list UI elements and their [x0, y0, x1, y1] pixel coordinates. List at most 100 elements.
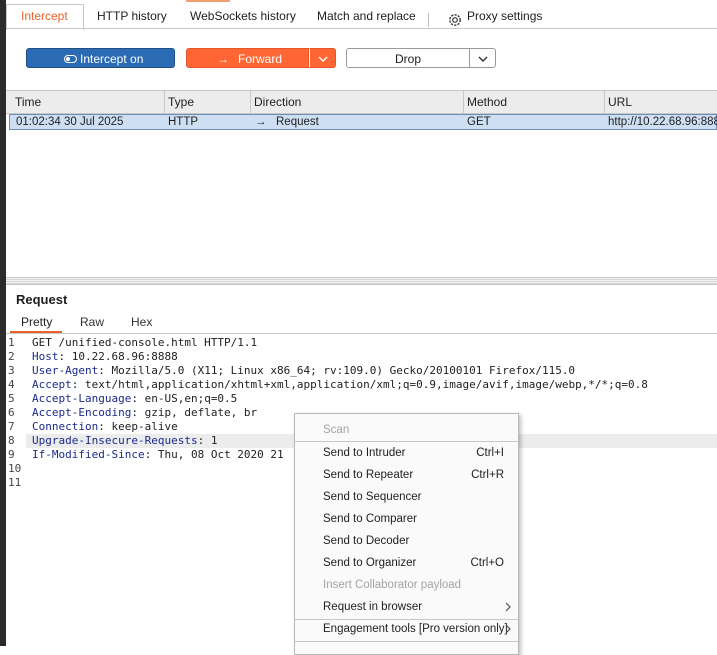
top-strip-indicator [186, 0, 230, 2]
chevron-down-icon [318, 56, 328, 62]
menu-item-send-to-organizer[interactable]: Send to Organizer Ctrl+O [295, 552, 518, 574]
header-value: : 1 [197, 434, 218, 447]
header-line: User-Agent: Mozilla/5.0 (X11; Linux x86_… [32, 364, 575, 378]
menu-item-send-to-decoder[interactable]: Send to Decoder [295, 530, 518, 552]
menu-separator [295, 641, 518, 642]
cell-type: HTTP [168, 116, 199, 128]
toggle-icon [64, 55, 77, 63]
header-line: Accept: text/html,application/xhtml+xml,… [32, 378, 648, 392]
tab-pretty[interactable]: Pretty [21, 315, 52, 329]
column-separator[interactable] [250, 91, 251, 113]
menu-item-scan: Scan [295, 419, 518, 441]
tab-http-history[interactable]: HTTP history [97, 4, 167, 28]
header-name: User-Agent [32, 364, 99, 377]
tab-separator [428, 13, 429, 27]
menu-item-send-to-comparer[interactable]: Send to Comparer [295, 508, 518, 530]
header-name: Host [32, 350, 59, 363]
column-separator[interactable] [164, 91, 165, 113]
column-separator[interactable] [604, 91, 605, 113]
cell-method: GET [467, 116, 491, 128]
menu-item-label: Request in browser [323, 601, 423, 613]
chevron-down-icon [478, 56, 488, 62]
header-value: : 10.22.68.96:8888 [58, 350, 178, 363]
menu-item-engagement-tools[interactable]: Engagement tools [Pro version only] [295, 618, 518, 640]
cell-url: http://10.22.68.96:8888 [608, 116, 717, 128]
header-name: Upgrade-Insecure-Requests [32, 434, 198, 447]
drop-dropdown-button[interactable] [469, 48, 496, 68]
line-number: 2 [8, 350, 15, 363]
column-header-time[interactable]: Time [15, 91, 41, 113]
column-header-url[interactable]: URL [608, 91, 632, 113]
menu-item-label: Send to Organizer [323, 557, 417, 569]
header-line: Upgrade-Insecure-Requests: 1 [32, 434, 217, 448]
gear-icon[interactable] [447, 12, 463, 28]
menu-item-label: Send to Comparer [323, 513, 417, 525]
header-line: Accept-Language: en-US,en;q=0.5 [32, 392, 237, 406]
request-line: GET /unified-console.html HTTP/1.1 [32, 336, 257, 350]
tab-hex[interactable]: Hex [131, 315, 152, 329]
proxy-tabs: Intercept HTTP history WebSockets histor… [6, 4, 717, 28]
menu-item-label: Send to Intruder [323, 447, 406, 459]
header-value: : text/html,application/xhtml+xml,applic… [71, 378, 648, 391]
intercept-label: Intercept on [80, 52, 144, 66]
drop-label: Drop [394, 52, 421, 66]
column-separator[interactable] [463, 91, 464, 113]
tab-websockets-history[interactable]: WebSockets history [190, 4, 296, 28]
request-line-text: GET /unified-console.html HTTP/1.1 [32, 336, 258, 349]
line-number: 5 [8, 392, 15, 405]
menu-item-shortcut: Ctrl+O [470, 557, 504, 569]
forward-dropdown-button[interactable] [309, 48, 336, 68]
pane-splitter[interactable] [6, 277, 717, 285]
line-number: 11 [8, 476, 22, 489]
drop-button[interactable]: Drop [346, 48, 470, 68]
line-number: 4 [8, 378, 15, 391]
header-line: Connection: keep-alive [32, 420, 178, 434]
menu-item-label: Engagement tools [Pro version only] [323, 623, 508, 635]
header-name: Accept-Language [32, 392, 132, 405]
tab-proxy-settings[interactable]: Proxy settings [467, 4, 542, 28]
menu-item-shortcut: Ctrl+I [476, 447, 504, 459]
header-name: If-Modified-Since [32, 448, 145, 461]
line-number: 3 [8, 364, 15, 377]
line-number: 1 [8, 336, 15, 349]
context-menu: Scan Send to Intruder Ctrl+I Send to Repe… [294, 413, 519, 655]
menu-item-label: Send to Sequencer [323, 491, 422, 503]
cell-time: 01:02:34 30 Jul 2025 [16, 116, 124, 128]
arrow-right-icon: → [217, 52, 229, 66]
forward-label: Forward [238, 52, 283, 66]
tab-match-and-replace[interactable]: Match and replace [317, 4, 416, 28]
menu-item-shortcut: Ctrl+R [471, 469, 504, 481]
column-header-type[interactable]: Type [168, 91, 194, 113]
menu-item-request-in-browser[interactable]: Request in browser [295, 596, 518, 618]
cell-direction: Request [276, 116, 319, 128]
header-value: : Thu, 08 Oct 2020 21 [144, 448, 284, 461]
line-number: 6 [8, 406, 15, 419]
menu-item-send-to-sequencer[interactable]: Send to Sequencer [295, 486, 518, 508]
header-value: : gzip, deflate, br [131, 406, 258, 419]
line-number: 7 [8, 420, 15, 433]
header-line: Accept-Encoding: gzip, deflate, br [32, 406, 257, 420]
tab-raw[interactable]: Raw [80, 315, 104, 329]
top-strip [6, 0, 717, 3]
header-value: : en-US,en;q=0.5 [131, 392, 238, 405]
table-row[interactable]: 01:02:34 30 Jul 2025 HTTP → Request GET … [9, 114, 717, 130]
header-line: If-Modified-Since: Thu, 08 Oct 2020 21 [32, 448, 284, 462]
menu-item-label: Scan [323, 424, 350, 436]
subtabs-divider [6, 333, 717, 334]
menu-item-label: Send to Repeater [323, 469, 414, 481]
menu-item-send-to-intruder[interactable]: Send to Intruder Ctrl+I [295, 442, 518, 464]
menu-item-send-to-repeater[interactable]: Send to Repeater Ctrl+R [295, 464, 518, 486]
column-header-direction[interactable]: Direction [254, 91, 301, 113]
header-line: Host: 10.22.68.96:8888 [32, 350, 178, 364]
intercept-toggle-button[interactable]: Intercept on [26, 48, 175, 68]
line-number: 10 [8, 462, 22, 475]
arrow-right-icon: → [255, 116, 267, 128]
column-header-method[interactable]: Method [467, 91, 507, 113]
header-name: Accept [32, 378, 72, 391]
tab-intercept[interactable]: Intercept [21, 4, 68, 28]
line-number: 8 [8, 434, 15, 447]
header-value: : Mozilla/5.0 (X11; Linux x86_64; rv:109… [98, 364, 576, 377]
forward-button[interactable]: → Forward [186, 48, 309, 68]
chevron-right-icon [505, 624, 511, 634]
tabs-divider [6, 28, 717, 29]
